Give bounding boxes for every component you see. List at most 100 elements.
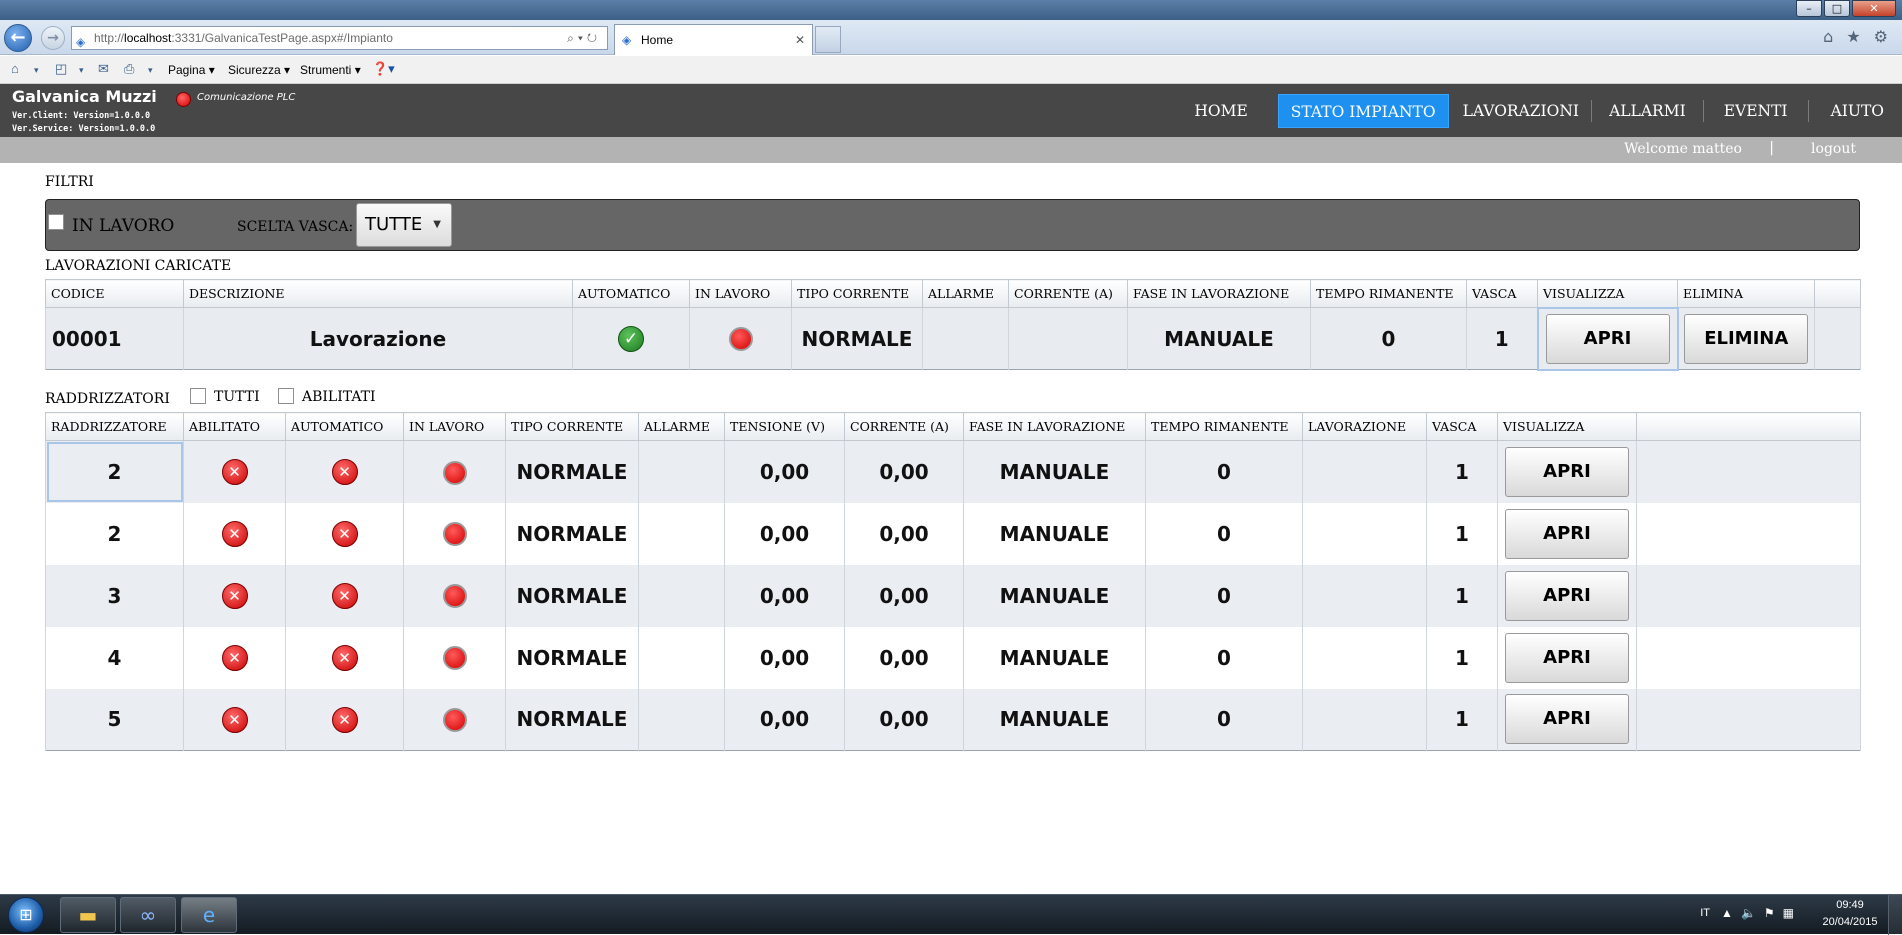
chevron-down-icon[interactable]: ▾ [79,65,84,76]
home-icon[interactable]: ⌂ [11,61,19,76]
forward-button[interactable]: → [41,26,65,50]
column-header[interactable]: FASE IN LAVORAZIONE [1127,279,1311,308]
nav-lavorazioni[interactable]: LAVORAZIONI [1451,94,1592,128]
column-header[interactable]: LAVORAZIONE [1302,412,1427,441]
column-header[interactable]: IN LAVORO [689,279,792,308]
fase-cell: MANUALE [1127,307,1311,370]
feeds-icon[interactable]: ◰ [55,61,67,77]
menu-strumenti[interactable]: Strumenti ▾ [300,63,361,77]
red-dot-icon [442,584,467,609]
column-header[interactable]: ALLARME [922,279,1009,308]
start-button[interactable]: ⊞ [8,897,44,933]
apri-button[interactable]: APRI [1505,694,1629,745]
chevron-down-icon[interactable]: ▾ [34,65,39,76]
internet-explorer-icon[interactable]: e [181,897,237,933]
column-header[interactable]: TENSIONE (V) [724,412,845,441]
column-header[interactable]: AUTOMATICO [572,279,690,308]
back-button[interactable]: ← [4,24,32,52]
vasca-select[interactable]: TUTTE ▼ [356,203,452,247]
home-icon[interactable]: ⌂ [1823,27,1833,46]
search-icon[interactable]: ⌕ [567,31,578,45]
apri-button[interactable]: APRI [1505,508,1629,559]
column-header[interactable]: FASE IN LAVORAZIONE [963,412,1146,441]
clock-time[interactable]: 09:49 [1820,899,1880,911]
table-row[interactable]: 00001 Lavorazione ✓ NORMALE MANUALE 0 1 … [45,306,1861,371]
nav-aiuto[interactable]: AIUTO [1809,94,1894,128]
table-row[interactable]: 4 ✕ ✕ NORMALE 0,00 0,00 MANUALE 0 1 APRI [45,626,1861,689]
maximize-button[interactable]: □ [1824,0,1850,17]
nav-stato-impianto[interactable]: STATO IMPIANTO [1277,94,1449,128]
column-header[interactable]: CORRENTE (A) [844,412,964,441]
mail-icon[interactable]: ✉ [98,61,109,77]
favorites-star-icon[interactable]: ★ [1846,27,1860,46]
show-hidden-icons-icon[interactable]: ▲ [1721,906,1741,920]
table-row[interactable]: 2 ✕ ✕ NORMALE 0,00 0,00 MANUALE 0 1 APRI [45,502,1861,565]
raddrizzatori-label: RADDRIZZATORI [45,391,170,407]
column-header[interactable]: TEMPO RIMANENTE [1310,279,1467,308]
nav-eventi[interactable]: EVENTI [1704,94,1808,128]
print-icon[interactable]: ⎙ [124,61,134,77]
table-row[interactable]: 5 ✕ ✕ NORMALE 0,00 0,00 MANUALE 0 1 APRI [45,688,1861,751]
browser-tab-home[interactable]: ◈ Home ✕ [614,24,813,55]
explorer-folder-icon[interactable]: ▬ [60,897,116,933]
apri-button[interactable]: APRI [1505,446,1629,497]
column-header[interactable]: IN LAVORO [403,412,506,441]
elimina-cell: ELIMINA [1677,307,1815,370]
column-header[interactable]: TIPO CORRENTE [791,279,923,308]
show-desktop-button[interactable] [1888,895,1902,935]
column-header[interactable]: VASCA [1466,279,1538,308]
tutti-checkbox[interactable] [190,388,206,404]
close-window-button[interactable]: ✕ [1852,0,1896,17]
tipo-corrente-cell: NORMALE [505,626,639,689]
apri-button[interactable]: APRI [1545,313,1670,364]
column-header[interactable]: CORRENTE (A) [1008,279,1128,308]
chevron-down-icon[interactable]: ▾ [148,65,153,76]
tensione-cell: 0,00 [724,688,845,751]
plc-status-red-dot-icon [176,92,191,107]
new-tab-button[interactable] [815,26,841,53]
flag-icon[interactable]: ⚑ [1764,906,1783,920]
column-header[interactable]: VASCA [1426,412,1498,441]
column-header[interactable]: ELIMINA [1677,279,1815,308]
dropdown-icon[interactable]: ▾ [578,31,587,45]
column-header[interactable]: VISUALIZZA [1497,412,1637,441]
gear-icon[interactable]: ⚙ [1874,27,1888,46]
logout-link[interactable]: logout [1811,141,1856,157]
refresh-icon[interactable]: ↻ [587,31,601,45]
column-header[interactable]: ALLARME [638,412,725,441]
nav-home[interactable]: HOME [1182,94,1259,128]
volume-icon[interactable]: 🔈 [1741,906,1764,920]
address-bar[interactable]: ◈ http://localhost:3331/GalvanicaTestPag… [71,26,608,50]
language-indicator[interactable]: IT [1700,907,1710,919]
apri-button[interactable]: APRI [1505,632,1629,683]
clock-date[interactable]: 20/04/2015 [1820,916,1880,928]
in-lavoro-checkbox[interactable] [48,214,64,230]
menu-pagina[interactable]: Pagina ▾ [168,63,215,77]
column-header[interactable]: TEMPO RIMANENTE [1145,412,1303,441]
column-header[interactable]: DESCRIZIONE [183,279,573,308]
corrente-cell: 0,00 [844,502,964,565]
table-header-row: RADDRIZZATORE ABILITATO AUTOMATICO IN LA… [45,412,1861,441]
column-header[interactable]: ABILITATO [183,412,286,441]
column-header[interactable]: VISUALIZZA [1537,279,1678,308]
menu-sicurezza[interactable]: Sicurezza ▾ [228,63,290,77]
apri-button[interactable]: APRI [1505,570,1629,621]
column-header[interactable]: CODICE [45,279,184,308]
abilitati-checkbox[interactable] [278,388,294,404]
minimize-button[interactable]: – [1796,0,1822,17]
address-tools[interactable]: ⌕▾↻ [567,27,601,49]
table-row[interactable]: 2 ✕ ✕ NORMALE 0,00 0,00 MANUALE 0 1 APRI [45,440,1861,503]
elimina-button[interactable]: ELIMINA [1684,313,1809,364]
nav-allarmi[interactable]: ALLARMI [1592,94,1703,128]
column-header[interactable]: TIPO CORRENTE [505,412,639,441]
chevron-down-icon: ▼ [433,219,441,230]
table-row[interactable]: 3 ✕ ✕ NORMALE 0,00 0,00 MANUALE 0 1 APRI [45,564,1861,627]
raddrizzatore-cell: 4 [45,626,184,689]
tab-close-icon[interactable]: ✕ [795,25,805,55]
column-header[interactable]: RADDRIZZATORE [45,412,184,441]
column-header[interactable]: AUTOMATICO [285,412,404,441]
visual-studio-icon[interactable]: ∞ [120,897,176,933]
help-icon[interactable]: ❓▾ [372,61,395,77]
abilitato-cell: ✕ [183,626,286,689]
network-icon[interactable]: ▦ [1783,906,1802,920]
